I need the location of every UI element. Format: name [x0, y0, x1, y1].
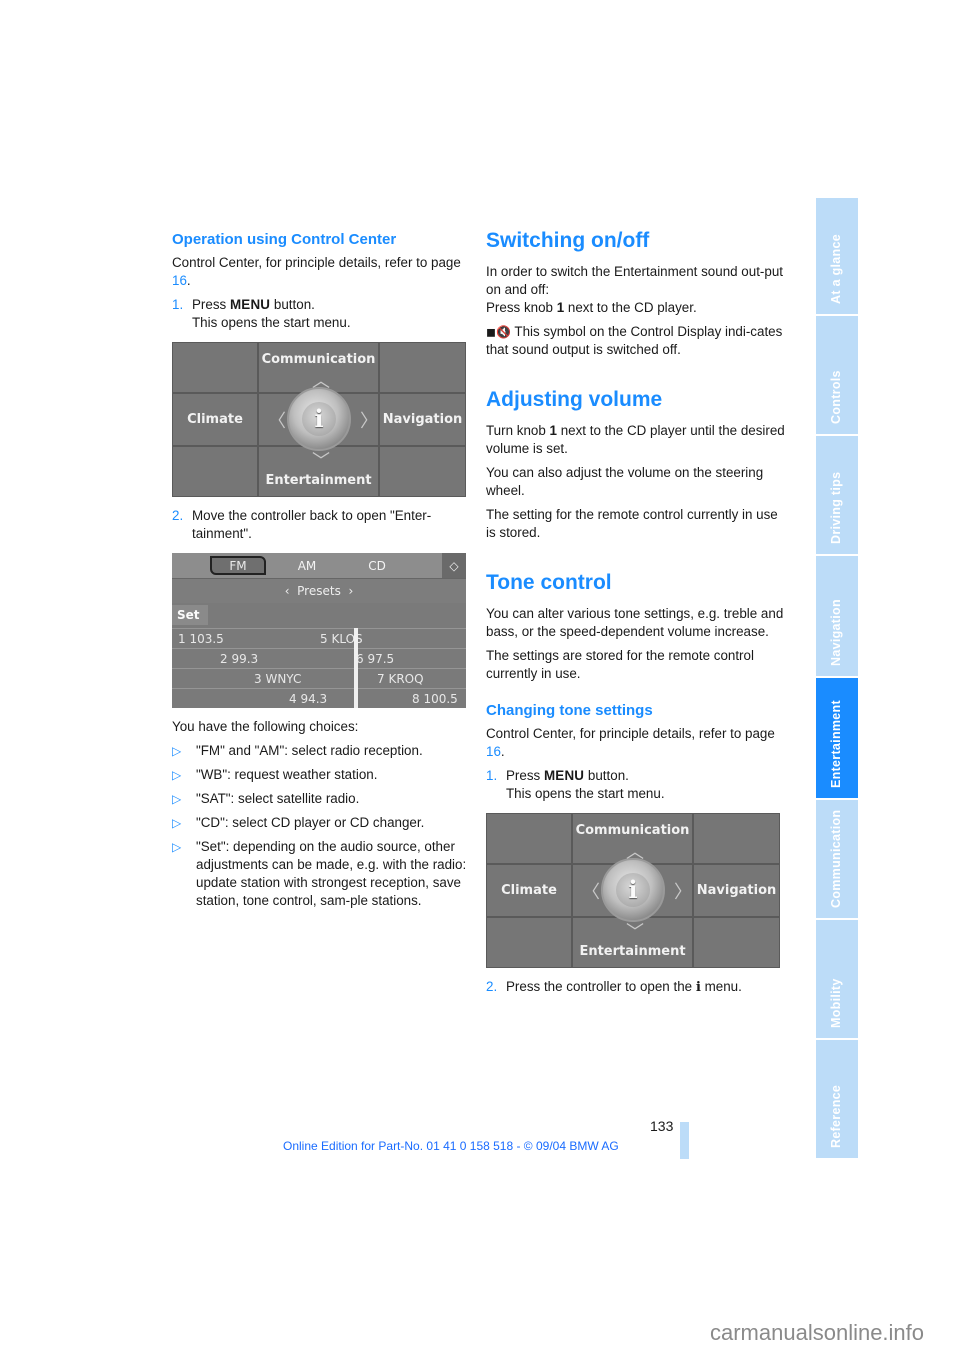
page-link[interactable]: 16 — [486, 744, 501, 759]
preset-row: 3 WNYC 7 KROQ — [172, 668, 466, 689]
arrow-left-icon: 〈 — [268, 411, 286, 431]
tile-empty — [693, 813, 780, 864]
bullet-triangle-icon: ▷ — [172, 768, 182, 782]
preset-row: 1 103.5 5 KLOS — [172, 628, 466, 649]
page-marker — [680, 1122, 689, 1159]
page-link[interactable]: 16 — [172, 273, 187, 288]
start-menu-screenshot: Communication Climate Navigation Enterta… — [486, 813, 780, 968]
tile-empty — [379, 342, 466, 393]
menu-button-glyph: MENU — [543, 768, 585, 783]
tile-empty — [379, 446, 466, 497]
choice-item: ▷ "Set": depending on the audio source, o… — [172, 839, 467, 908]
step-1: 1. Press MENU button. This opens the sta… — [486, 768, 665, 801]
step-2: 2. Press the controller to open the i me… — [486, 979, 742, 995]
sound-off-icon: ◼🔇 — [486, 325, 511, 339]
arrow-right-icon: 〉 — [360, 411, 378, 431]
edition-footer: Online Edition for Part-No. 01 41 0 158 … — [283, 1139, 619, 1153]
choices-intro: You have the following choices: — [172, 719, 359, 734]
intro-paragraph: Control Center, for principle details, r… — [172, 255, 461, 288]
preset-row: 4 94.3 8 100.5 — [172, 688, 466, 708]
presets-bar: ‹ Presets › — [172, 579, 466, 603]
page-number: 133 — [650, 1118, 674, 1134]
choice-item: ▷ "WB": request weather station. — [172, 767, 378, 782]
info-icon: i — [616, 873, 650, 907]
controller-knob-icon: i — [601, 858, 665, 922]
start-menu-screenshot: Communication Climate Navigation Enterta… — [172, 342, 466, 497]
tile-empty — [486, 917, 572, 968]
tab-at-a-glance[interactable]: At a glance — [816, 198, 858, 314]
radio-presets-screenshot: FM AM CD ◇ ‹ Presets › Set 1 103.5 5 KLO… — [172, 553, 466, 708]
step-2: 2. Move the controller back to open "Ent… — [172, 508, 432, 541]
heading-switching-on-off: Switching on/off — [486, 229, 650, 252]
tab-reference[interactable]: Reference — [816, 1040, 858, 1158]
heading-operation-control-center: Operation using Control Center — [172, 231, 397, 248]
tile-empty — [172, 446, 258, 497]
tile-climate: Climate — [172, 393, 258, 446]
step-number: 1. — [172, 297, 184, 312]
bullet-triangle-icon: ▷ — [172, 840, 182, 854]
choice-item: ▷ "SAT": select satellite radio. — [172, 791, 360, 806]
tile-climate: Climate — [486, 864, 572, 917]
source-tabs: FM AM CD ◇ — [172, 553, 466, 579]
tile-empty — [693, 917, 780, 968]
tile-navigation: Navigation — [379, 393, 466, 446]
bullet-triangle-icon: ▷ — [172, 816, 182, 830]
arrow-left-icon: 〈 — [582, 882, 600, 902]
tab-mobility[interactable]: Mobility — [816, 920, 858, 1038]
tab-cd: CD — [368, 558, 386, 573]
step-1: 1. Press MENU button. This opens the sta… — [172, 297, 351, 330]
bullet-triangle-icon: ▷ — [172, 792, 182, 806]
tile-empty — [172, 342, 258, 393]
tab-communication[interactable]: Communication — [816, 800, 858, 918]
arrow-down-icon: ﹀ — [312, 451, 330, 471]
choice-item: ▷ "FM" and "AM": select radio reception. — [172, 743, 423, 758]
tab-fm: FM — [210, 556, 266, 575]
heading-changing-tone-settings: Changing tone settings — [486, 702, 653, 719]
heading-adjusting-volume: Adjusting volume — [486, 388, 663, 411]
preset-divider — [354, 628, 358, 708]
left-column: Operation using Control Center Control C… — [172, 230, 467, 916]
preset-row: 2 99.3 6 97.5 — [172, 648, 466, 669]
heading-tone-control: Tone control — [486, 571, 612, 594]
right-column: Switching on/off In order to switch the … — [486, 229, 785, 995]
arrow-down-icon: ﹀ — [626, 922, 644, 942]
arrow-right-icon: 〉 — [674, 882, 692, 902]
site-watermark: carmanualsonline.info — [710, 1320, 925, 1345]
choice-item: ▷ "CD": select CD player or CD changer. — [172, 815, 425, 830]
tile-empty — [486, 813, 572, 864]
tab-driving-tips[interactable]: Driving tips — [816, 436, 858, 554]
bullet-triangle-icon: ▷ — [172, 744, 182, 758]
tab-controls[interactable]: Controls — [816, 316, 858, 434]
set-label: Set — [172, 605, 208, 625]
info-icon: i — [302, 402, 336, 436]
step-number: 1. — [486, 768, 498, 783]
tab-am: AM — [297, 558, 317, 573]
tab-navigation[interactable]: Navigation — [816, 556, 858, 676]
tile-navigation: Navigation — [693, 864, 780, 917]
tab-entertainment[interactable]: Entertainment — [816, 678, 858, 798]
step-number: 2. — [172, 508, 184, 523]
step-number: 2. — [486, 979, 498, 994]
controller-nav-icon: ◇ — [442, 553, 466, 578]
menu-button-glyph: MENU — [229, 297, 271, 312]
controller-knob-icon: i — [287, 387, 351, 451]
